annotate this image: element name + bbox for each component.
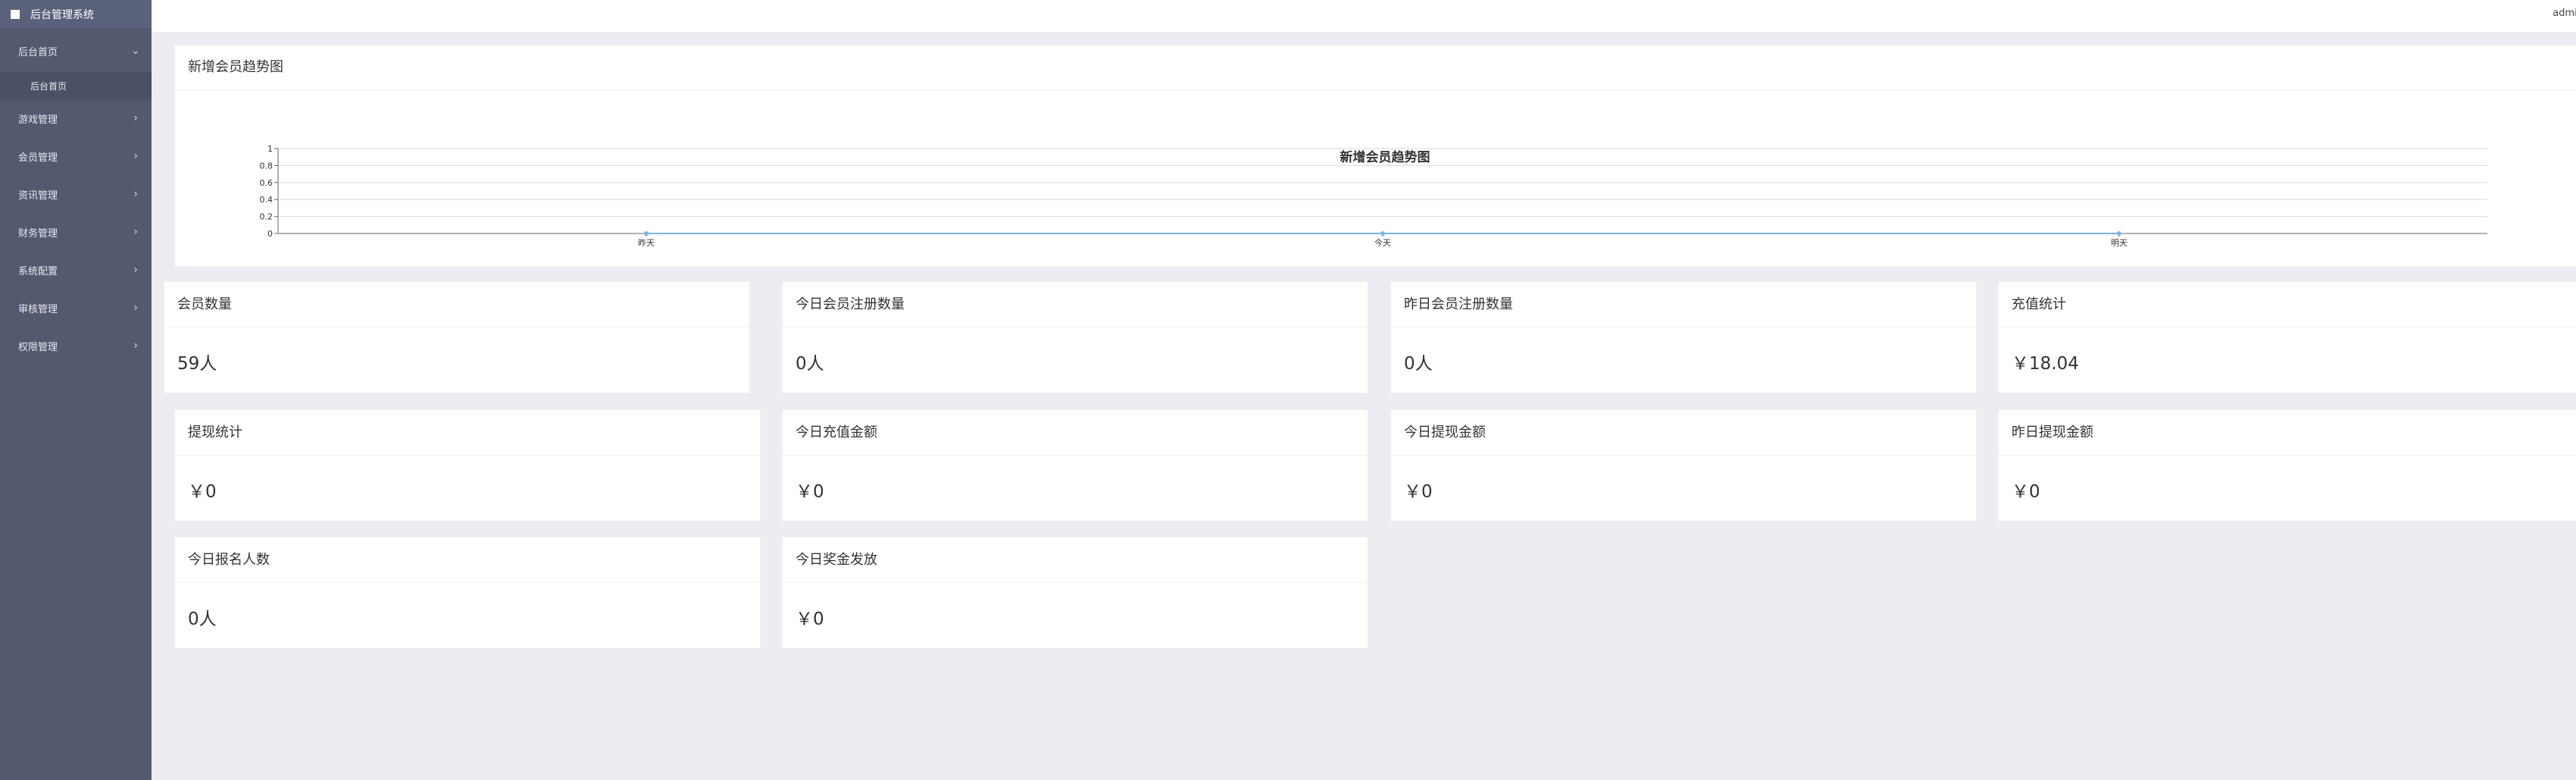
stat-value: ￥0 [2012,482,2040,502]
trend-chart-card: 新增会员趋势图 新增会员趋势图 0 0.2 0.4 0.6 0.8 1 昨天 今天 明天 [174,45,2576,267]
sidebar-item-members[interactable]: 会员管理 › [0,137,152,175]
stat-card-member-count: 会员数量 59人 [164,281,750,393]
stat-title: 今日报名人数 [175,537,760,583]
y-tick-label: 0 [267,229,273,239]
stat-card-today-withdraw: 今日提现金额 ￥0 [1390,409,1977,522]
app-title: 后台管理系统 [30,9,94,21]
sidebar-item-system-config[interactable]: 系统配置 › [0,251,152,289]
data-point [2117,231,2121,236]
top-bar: admin [152,0,2576,32]
stat-title: 今日会员注册数量 [783,282,1368,327]
stat-title: 今日奖金发放 [783,537,1368,583]
trend-card-title: 新增会员趋势图 [175,45,2576,90]
chevron-right-icon: › [133,264,138,276]
stat-title: 昨日会员注册数量 [1391,282,1976,327]
stat-card-today-bonus: 今日奖金发放 ￥0 [782,537,1368,649]
stat-value: ￥0 [188,482,217,502]
chevron-right-icon: › [133,226,138,238]
x-tick-label: 昨天 [638,238,655,248]
sidebar: 后台管理系统 后台首页 ⌄ 后台首页 游戏管理 › 会员管理 › 资讯管理 › … [0,0,152,780]
y-tick-label: 0.8 [260,161,274,171]
chart-title: 新增会员趋势图 [1340,149,1430,165]
stat-value: 0人 [188,609,217,629]
stat-value: ￥0 [796,482,824,502]
chevron-down-icon: ⌄ [131,45,140,57]
chevron-right-icon: › [133,340,138,352]
sidebar-item-label: 审核管理 [18,303,58,315]
logo-icon [11,10,20,19]
trend-chart: 新增会员趋势图 0 0.2 0.4 0.6 0.8 1 昨天 今天 明天 [260,144,2487,248]
stat-title: 会员数量 [164,282,749,327]
stat-card-recharge-total: 充值统计 ￥18.04 [1998,281,2576,393]
brand: 后台管理系统 [0,0,152,30]
chevron-right-icon: › [133,112,138,124]
x-tick-label: 明天 [2111,238,2127,248]
stat-title: 提现统计 [175,410,760,456]
data-point [644,231,649,236]
stat-card-yesterday-registrations: 昨日会员注册数量 0人 [1390,281,1977,393]
sidebar-item-games[interactable]: 游戏管理 › [0,99,152,137]
sidebar-subitem-label: 后台首页 [30,80,67,92]
stat-card-today-registrations: 今日会员注册数量 0人 [782,281,1368,393]
sidebar-item-review[interactable]: 审核管理 › [0,289,152,327]
y-tick-label: 0.2 [260,212,274,222]
data-point [1380,231,1385,236]
stat-card-today-signups: 今日报名人数 0人 [174,537,761,649]
sidebar-item-finance[interactable]: 财务管理 › [0,213,152,251]
chevron-right-icon: › [133,150,138,162]
y-tick-label: 0.4 [260,195,274,205]
stat-value: 59人 [177,354,217,374]
stat-value: ￥18.04 [2012,354,2079,374]
sidebar-subitem-dashboard-home[interactable]: 后台首页 [0,72,152,99]
chevron-right-icon: › [133,188,138,200]
y-tick-label: 1 [267,144,273,154]
sidebar-item-news[interactable]: 资讯管理 › [0,175,152,213]
sidebar-item-label: 系统配置 [18,265,58,277]
sidebar-item-label: 会员管理 [18,152,58,164]
sidebar-item-label: 游戏管理 [18,114,58,126]
stat-value: ￥0 [796,609,824,629]
chevron-right-icon: › [133,302,138,314]
stat-value: 0人 [796,354,824,374]
sidebar-item-label: 后台首页 [18,46,58,58]
y-tick-label: 0.6 [260,178,274,188]
stat-title: 昨日提现金额 [1999,410,2576,456]
sidebar-menu: 后台首页 ⌄ 后台首页 游戏管理 › 会员管理 › 资讯管理 › 财务管理 › … [0,30,152,365]
sidebar-item-label: 权限管理 [18,341,58,353]
sidebar-item-permissions[interactable]: 权限管理 › [0,327,152,365]
user-menu[interactable]: admin [2553,8,2576,19]
stat-card-withdraw-total: 提现统计 ￥0 [174,409,761,522]
stat-value: ￥0 [1404,482,1433,502]
stat-value: 0人 [1404,354,1433,374]
x-tick-label: 今天 [1374,237,1391,248]
stat-title: 今日充值金额 [783,410,1368,456]
sidebar-item-label: 资讯管理 [18,190,58,202]
sidebar-item-dashboard[interactable]: 后台首页 ⌄ [0,30,152,72]
sidebar-item-label: 财务管理 [18,227,58,240]
stat-card-yesterday-withdraw: 昨日提现金额 ￥0 [1998,409,2576,522]
stat-title: 充值统计 [1999,282,2576,327]
stat-card-today-recharge: 今日充值金额 ￥0 [782,409,1368,522]
stat-title: 今日提现金额 [1391,410,1976,456]
